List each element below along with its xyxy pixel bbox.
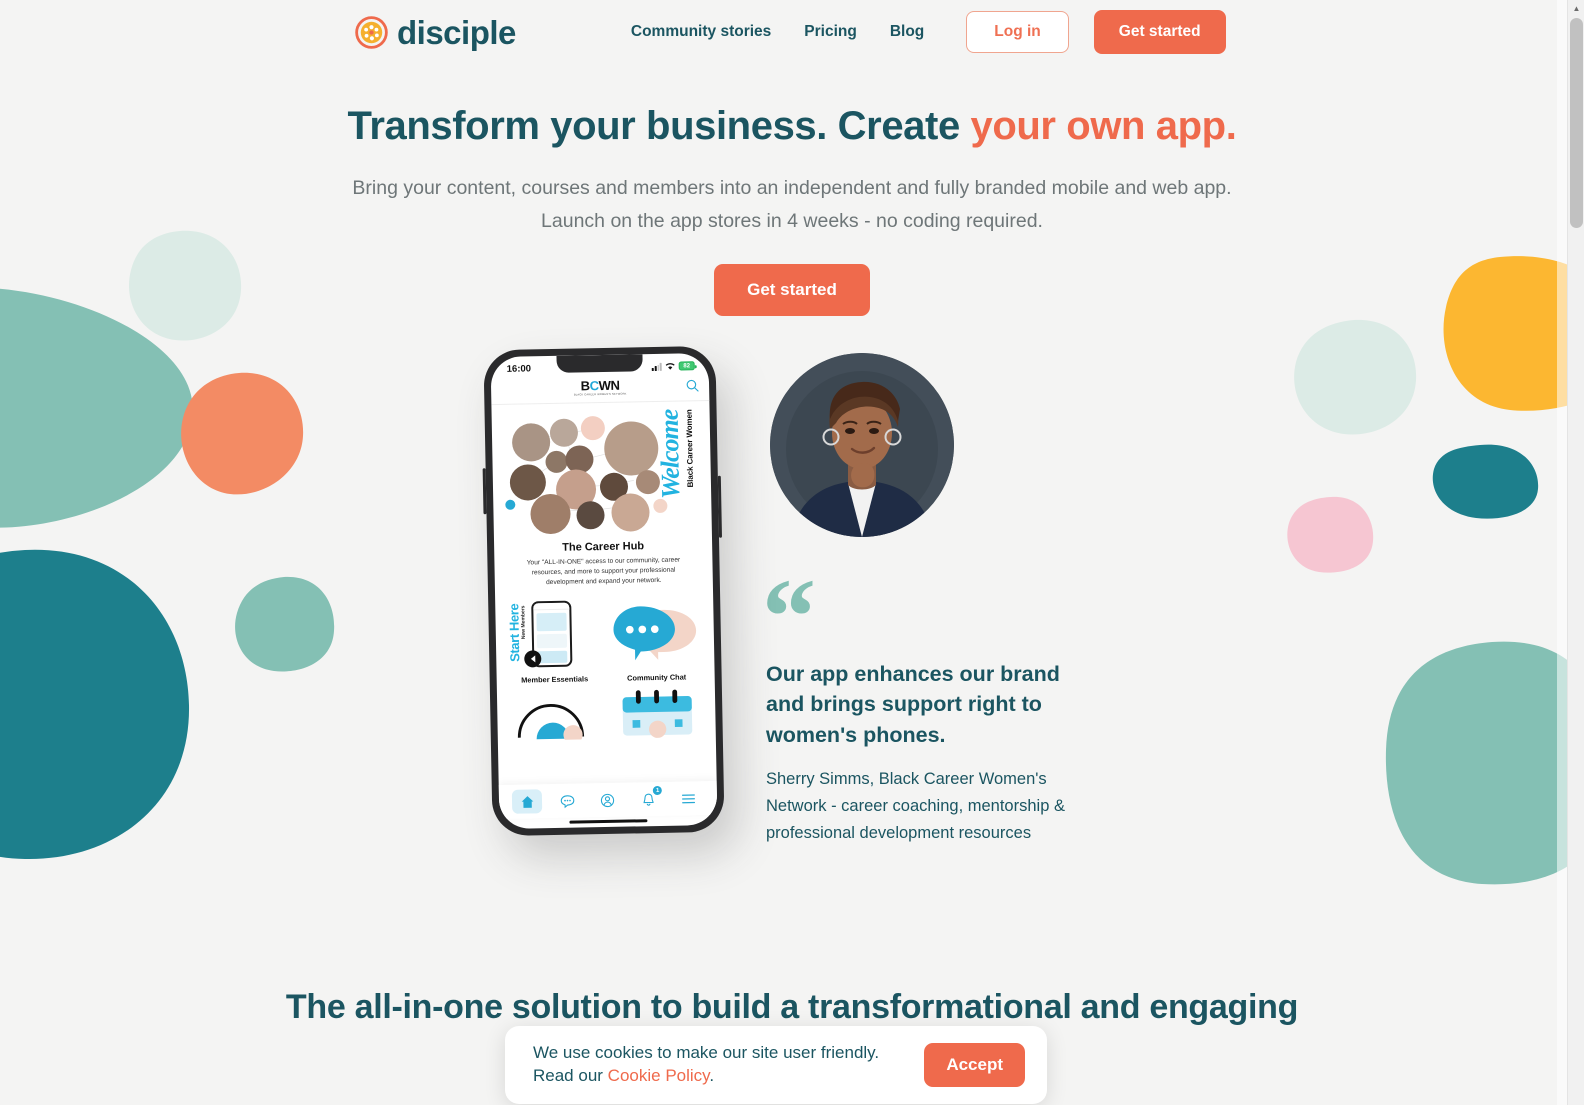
career-hub-body: Your "ALL-IN-ONE" access to our communit… xyxy=(526,556,681,587)
wifi-icon xyxy=(665,362,675,370)
app-logo-text: BCWN xyxy=(574,377,627,393)
testimonial-block: “ Our app enhances our brand and brings … xyxy=(762,348,1096,848)
header-actions: Log in Get started xyxy=(966,10,1226,54)
battery-level: 82 xyxy=(683,362,691,369)
hero-get-started-button[interactable]: Get started xyxy=(714,263,870,316)
app-logo: BCWN BLACK CAREER WOMEN'S NETWORK xyxy=(573,377,627,397)
nav-pricing[interactable]: Pricing xyxy=(804,23,857,41)
testimonial-quote: Our app enhances our brand and brings su… xyxy=(766,661,1060,747)
calendar-graphic xyxy=(609,684,706,738)
app-logo-subtitle: BLACK CAREER WOMEN'S NETWORK xyxy=(573,392,627,397)
site-header: disciple Community stories Pricing Blog … xyxy=(0,0,1584,64)
menu-icon xyxy=(682,793,696,803)
page-title: Transform your business. Create your own… xyxy=(0,102,1584,150)
tile-member-essentials[interactable]: Start Here New Members Member Essentials xyxy=(505,597,603,684)
status-time: 16:00 xyxy=(506,362,532,375)
phone-frame: 16:00 82 BCWN BLACK CAREER WOMEN'S NETWO… xyxy=(483,345,725,836)
cookie-banner-text: We use cookies to make our site user fri… xyxy=(533,1042,924,1087)
tab-menu[interactable] xyxy=(674,786,704,811)
signal-bars-icon xyxy=(651,361,662,371)
logo-text: disciple xyxy=(397,13,516,51)
hero-title-accent: your own app xyxy=(970,104,1227,148)
chat-icon xyxy=(560,794,575,808)
logo-letters-wn: WN xyxy=(598,377,620,393)
header-get-started-button[interactable]: Get started xyxy=(1093,10,1226,54)
scroll-up-arrow-icon[interactable]: ▲ xyxy=(1568,0,1584,17)
notification-badge: 1 xyxy=(653,785,663,795)
nav-blog[interactable]: Blog xyxy=(890,23,924,41)
browser-scrollbar[interactable]: ▲ xyxy=(1567,0,1584,1105)
home-indicator xyxy=(569,818,648,824)
welcome-script-text: Welcome xyxy=(654,408,686,499)
welcome-vertical-text: Welcome Black Career Women xyxy=(654,408,696,499)
profile-icon xyxy=(601,792,615,807)
tab-chat[interactable] xyxy=(552,788,582,813)
hero-subtitle-line1: Bring your content, courses and members … xyxy=(352,177,1232,199)
app-tab-bar: 1 xyxy=(498,780,718,819)
main-nav: Community stories Pricing Blog xyxy=(631,23,924,41)
member-essentials-art: Start Here New Members xyxy=(505,597,602,671)
hero-cta-wrap: Get started xyxy=(0,263,1584,316)
logo-letter-c: C xyxy=(589,377,599,393)
status-icons: 82 xyxy=(651,360,695,371)
phone-screen: 16:00 82 BCWN BLACK CAREER WOMEN'S NETWO… xyxy=(490,352,718,829)
app-header: BCWN BLACK CAREER WOMEN'S NETWORK xyxy=(490,372,710,405)
hero-title-period: . xyxy=(1225,104,1237,148)
start-here-label: Start Here xyxy=(506,602,523,662)
app-hero-card: Welcome Black Career Women The Career Hu… xyxy=(491,400,713,589)
community-chat-art xyxy=(607,595,704,669)
logo-letter-b: B xyxy=(580,377,590,393)
portrait-illustration xyxy=(770,352,954,537)
hero-subtitle-line2: Launch on the app stores in 4 weeks - no… xyxy=(541,209,1043,232)
app-tiles: Start Here New Members Member Essentials xyxy=(495,585,715,684)
tab-home[interactable] xyxy=(511,788,543,814)
member-faces-collage: Welcome Black Career Women xyxy=(500,407,704,537)
phone-notch xyxy=(556,353,643,373)
accept-cookies-button[interactable]: Accept xyxy=(924,1043,1025,1087)
battery-icon: 82 xyxy=(678,360,695,370)
tile-community-chat[interactable]: Community Chat xyxy=(607,595,705,682)
showcase-section: 16:00 82 BCWN BLACK CAREER WOMEN'S NETWO… xyxy=(0,345,1584,848)
search-icon[interactable] xyxy=(686,379,699,392)
hero-section: Transform your business. Create your own… xyxy=(0,102,1584,316)
page-root: disciple Community stories Pricing Blog … xyxy=(0,0,1584,1105)
chat-bubbles-icon xyxy=(613,605,697,660)
tab-profile[interactable] xyxy=(593,787,623,812)
scrollbar-thumb[interactable] xyxy=(1570,18,1583,228)
passionfruit-circle-icon xyxy=(355,15,388,49)
nav-community-stories[interactable]: Community stories xyxy=(631,23,771,41)
hero-subtitle: Bring your content, courses and members … xyxy=(0,172,1584,238)
page-right-edge xyxy=(1557,0,1567,1105)
cookie-banner: We use cookies to make our site user fri… xyxy=(505,1026,1047,1104)
hero-title-part1: Transform your business. Create xyxy=(347,104,971,148)
welcome-subtitle-text: Black Career Women xyxy=(684,408,696,487)
home-icon xyxy=(521,795,534,807)
arc-graphic xyxy=(507,686,604,744)
previous-arrow-icon[interactable] xyxy=(524,649,542,667)
app-tiles-row2 xyxy=(497,680,716,744)
avatar xyxy=(770,352,954,537)
tab-notifications[interactable]: 1 xyxy=(633,785,663,811)
quote-mark-icon: “ xyxy=(762,578,816,641)
new-members-label: New Members xyxy=(520,604,527,639)
testimonial-author: Sherry Simms, Black Career Women's Netwo… xyxy=(766,770,1065,843)
cookie-text-after: . xyxy=(709,1066,715,1085)
cookie-policy-link[interactable]: Cookie Policy xyxy=(608,1066,710,1085)
logo[interactable]: disciple xyxy=(355,16,516,49)
phone-mockup: 16:00 82 BCWN BLACK CAREER WOMEN'S NETWO… xyxy=(483,345,725,836)
login-button[interactable]: Log in xyxy=(966,11,1069,53)
